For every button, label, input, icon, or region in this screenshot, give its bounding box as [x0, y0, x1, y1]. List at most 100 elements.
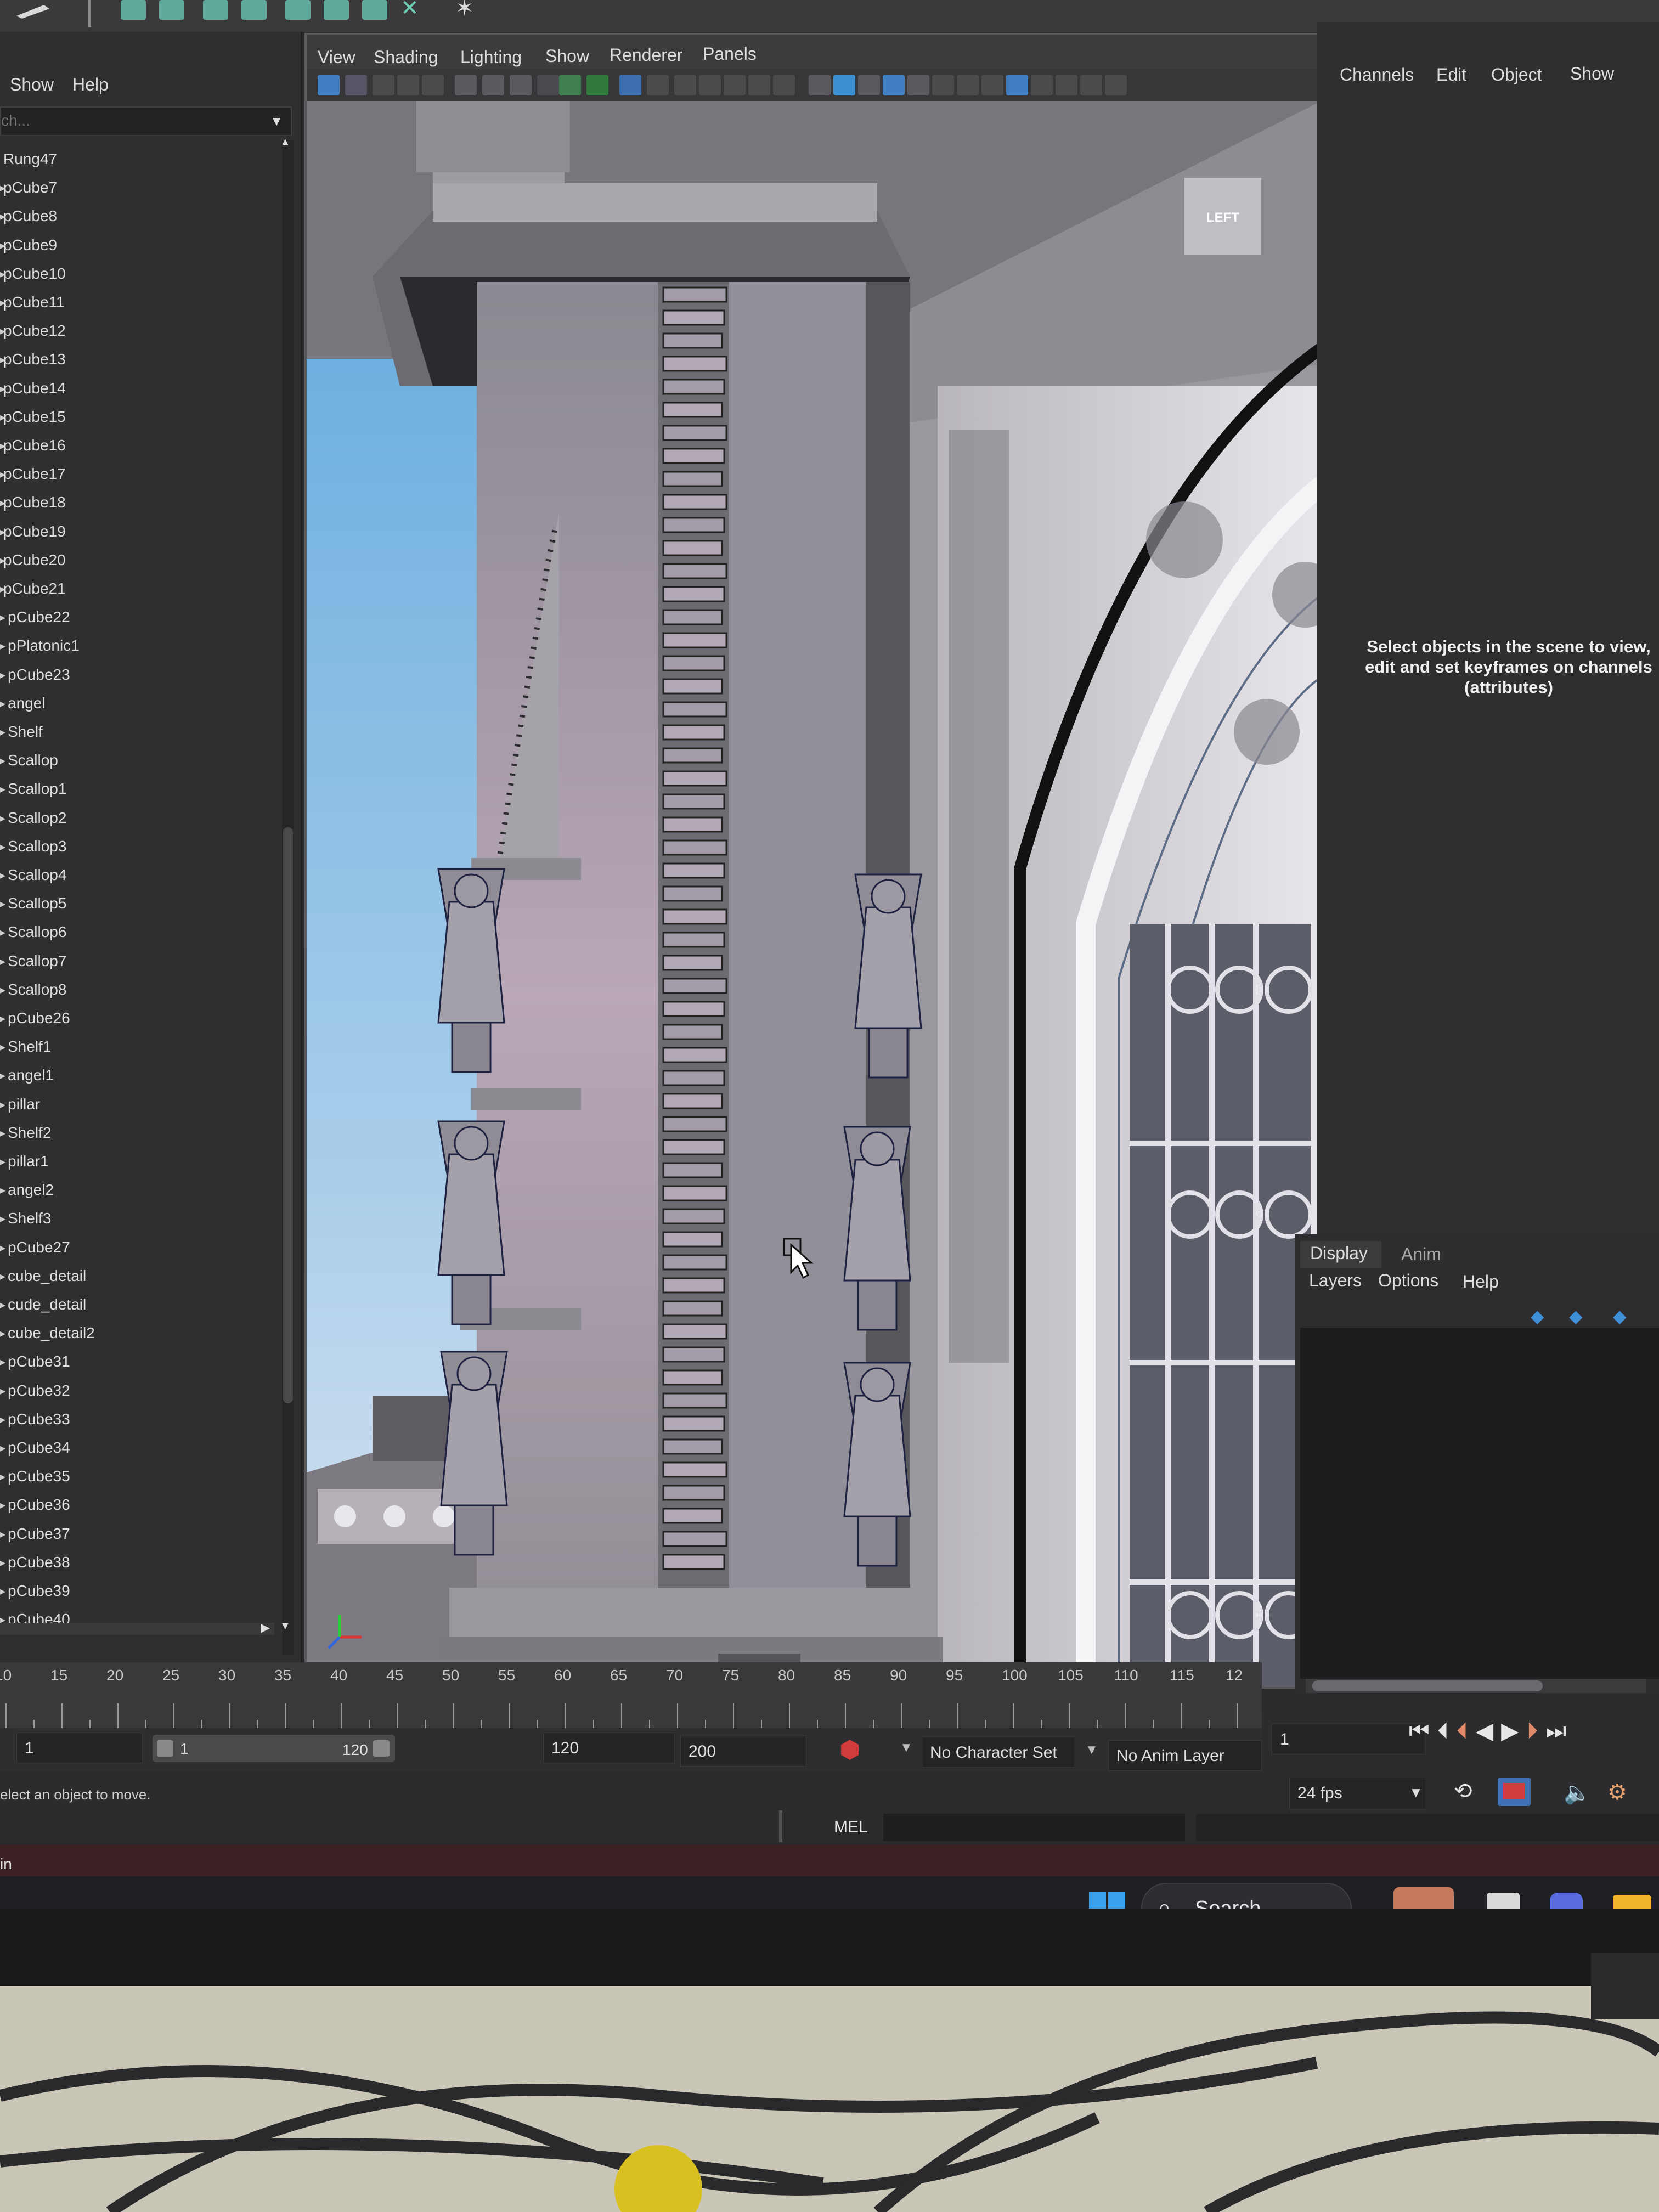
expand-arrow-icon[interactable]: ▸: [0, 868, 5, 882]
outliner-item[interactable]: ▸ pCube14: [0, 376, 274, 404]
gate-mask-icon[interactable]: [559, 75, 581, 95]
camera-icon[interactable]: [455, 75, 477, 95]
expand-arrow-icon[interactable]: ▸: [0, 897, 5, 911]
command-input[interactable]: [883, 1814, 1185, 1841]
outliner-item[interactable]: ▸ pCube11: [0, 290, 274, 318]
outliner-item[interactable]: ▸ Shelf3: [0, 1206, 274, 1234]
expand-arrow-icon[interactable]: ▸: [0, 1527, 5, 1541]
tab-display[interactable]: Display: [1310, 1243, 1368, 1263]
expand-arrow-icon[interactable]: ▸: [0, 782, 5, 796]
outliner-item[interactable]: ▸ Scallop3: [0, 834, 274, 862]
outliner-item[interactable]: ▸ pCube9: [0, 233, 274, 261]
range-start-handle[interactable]: [157, 1740, 173, 1757]
scroll-up-arrow-icon[interactable]: ▲: [280, 136, 291, 149]
shadows-icon[interactable]: [858, 75, 880, 95]
outliner-item[interactable]: ▸ Scallop1: [0, 777, 274, 804]
time-slider[interactable]: 10 15 20 25 30 35 40 45 50 55 60 65 70 75 80 85 90 95 100 1…: [0, 1662, 1266, 1736]
motion-blur-icon[interactable]: [981, 75, 1003, 95]
outliner-item[interactable]: ▸ Scallop6: [0, 920, 274, 947]
wireframe-icon[interactable]: [699, 75, 721, 95]
viewport-menu-renderer[interactable]: Renderer: [610, 45, 682, 65]
2d-pan-zoom-icon[interactable]: [422, 75, 444, 95]
grid-icon[interactable]: [619, 75, 641, 95]
meet-icon[interactable]: [1550, 1893, 1583, 1909]
cmd-language-label[interactable]: MEL: [834, 1818, 868, 1837]
x-icon[interactable]: ✕: [400, 0, 428, 19]
expand-arrow-icon[interactable]: ▸: [0, 725, 5, 739]
viewport-menu-show[interactable]: Show: [545, 46, 589, 66]
shelf-tool-icon[interactable]: [324, 0, 349, 20]
outliner-item[interactable]: ▸ pCube17: [0, 462, 274, 489]
outliner-item[interactable]: ▸ Scallop7: [0, 949, 274, 977]
channel-menu-channels[interactable]: Channels: [1340, 65, 1414, 85]
outliner-scroll-thumb[interactable]: [283, 827, 293, 1403]
move-layer-down-icon[interactable]: ◆: [1569, 1306, 1591, 1326]
shelf-tool-icon[interactable]: [285, 0, 311, 20]
character-set-field[interactable]: No Character Set: [922, 1737, 1075, 1768]
outliner-item[interactable]: ▸ pCube16: [0, 433, 274, 461]
outliner-item[interactable]: ▸ pCube38: [0, 1550, 274, 1578]
select-camera-icon[interactable]: [318, 75, 340, 95]
current-frame-field[interactable]: 1: [1272, 1724, 1425, 1754]
expand-arrow-icon[interactable]: ▸: [0, 1470, 5, 1483]
outliner-item[interactable]: ▸ pCube10: [0, 262, 274, 289]
viewport-menu-shading[interactable]: Shading: [374, 47, 438, 67]
outliner-item[interactable]: ▸ pCube23: [0, 663, 274, 690]
camera-lock-icon[interactable]: [482, 75, 504, 95]
expand-arrow-icon[interactable]: ▸: [0, 1355, 5, 1369]
outliner-item[interactable]: ▸ pCube31: [0, 1350, 274, 1377]
textured-icon[interactable]: [809, 75, 831, 95]
outliner-item[interactable]: ▸ pCube35: [0, 1464, 274, 1492]
outliner-item[interactable]: ▸ Scallop8: [0, 978, 274, 1005]
new-layer-icon[interactable]: ◆: [1613, 1306, 1635, 1326]
expand-arrow-icon[interactable]: ▸: [0, 1241, 5, 1255]
isolate-select-icon[interactable]: [1056, 75, 1077, 95]
expand-arrow-icon[interactable]: ▸: [0, 926, 5, 939]
use-all-lights-icon[interactable]: [833, 75, 855, 95]
outliner-item[interactable]: ▸ pPlatonic1: [0, 634, 274, 661]
expand-arrow-icon[interactable]: ▸: [0, 1384, 5, 1398]
expand-arrow-icon[interactable]: ▸: [0, 754, 5, 768]
scroll-right-arrow-icon[interactable]: ▶: [261, 1621, 270, 1635]
fps-dropdown-icon[interactable]: ▼: [1409, 1784, 1423, 1801]
expand-arrow-icon[interactable]: ▸: [0, 840, 5, 854]
outliner-item[interactable]: ▸ pCube33: [0, 1407, 274, 1435]
shelf-tool-icon[interactable]: [362, 0, 387, 20]
light-icon[interactable]: [932, 75, 954, 95]
expand-arrow-icon[interactable]: ▸: [0, 1012, 5, 1025]
prev-key-icon[interactable]: ⏴: [1457, 1718, 1476, 1743]
outliner-item[interactable]: ▸ angel2: [0, 1178, 274, 1205]
anim-layer-dropdown-icon[interactable]: ▼: [1085, 1742, 1098, 1758]
layer-menu-layers[interactable]: Layers: [1309, 1271, 1362, 1291]
outliner-item[interactable]: ▸ pillar: [0, 1092, 274, 1120]
expand-arrow-icon[interactable]: ▸: [0, 1556, 5, 1570]
view-cube-label[interactable]: LEFT: [1206, 210, 1239, 225]
image-plane-icon[interactable]: [397, 75, 419, 95]
expand-arrow-icon[interactable]: ▸: [0, 611, 5, 624]
expand-arrow-icon[interactable]: ▸: [0, 1155, 5, 1169]
expand-arrow-icon[interactable]: ▸: [0, 1413, 5, 1426]
outliner-item[interactable]: ▸ Shelf2: [0, 1121, 274, 1148]
play-backward-icon[interactable]: ◀: [1476, 1718, 1501, 1743]
outliner-menu-show[interactable]: Show: [10, 75, 54, 95]
range-end-handle[interactable]: [373, 1740, 390, 1757]
go-to-start-icon[interactable]: ⏮: [1409, 1718, 1437, 1743]
layer-horizontal-scrollbar[interactable]: [1306, 1679, 1646, 1693]
outliner-item[interactable]: ▸ pCube32: [0, 1379, 274, 1406]
hud-icon[interactable]: [1080, 75, 1102, 95]
expand-arrow-icon[interactable]: ▸: [0, 1269, 5, 1283]
outliner-item[interactable]: ▸ pCube18: [0, 490, 274, 518]
shaded-wireframe-icon[interactable]: [773, 75, 795, 95]
outliner-search[interactable]: ▼: [0, 106, 292, 136]
viewport-menu-view[interactable]: View: [318, 47, 356, 67]
outliner-item[interactable]: ▸ angel: [0, 691, 274, 719]
expand-arrow-icon[interactable]: ▸: [0, 1098, 5, 1111]
expand-arrow-icon[interactable]: ▸: [0, 1126, 5, 1140]
outliner-item[interactable]: ▸ pCube13: [0, 347, 274, 375]
field-chart-icon[interactable]: [586, 75, 608, 95]
expand-arrow-icon[interactable]: ▸: [0, 983, 5, 997]
taskbar-search[interactable]: ⌕ Search: [1141, 1883, 1352, 1909]
outliner-item[interactable]: ▸ pCube36: [0, 1493, 274, 1520]
file-explorer-icon[interactable]: [1613, 1895, 1651, 1909]
outliner-item[interactable]: ▸ Scallop: [0, 748, 274, 776]
